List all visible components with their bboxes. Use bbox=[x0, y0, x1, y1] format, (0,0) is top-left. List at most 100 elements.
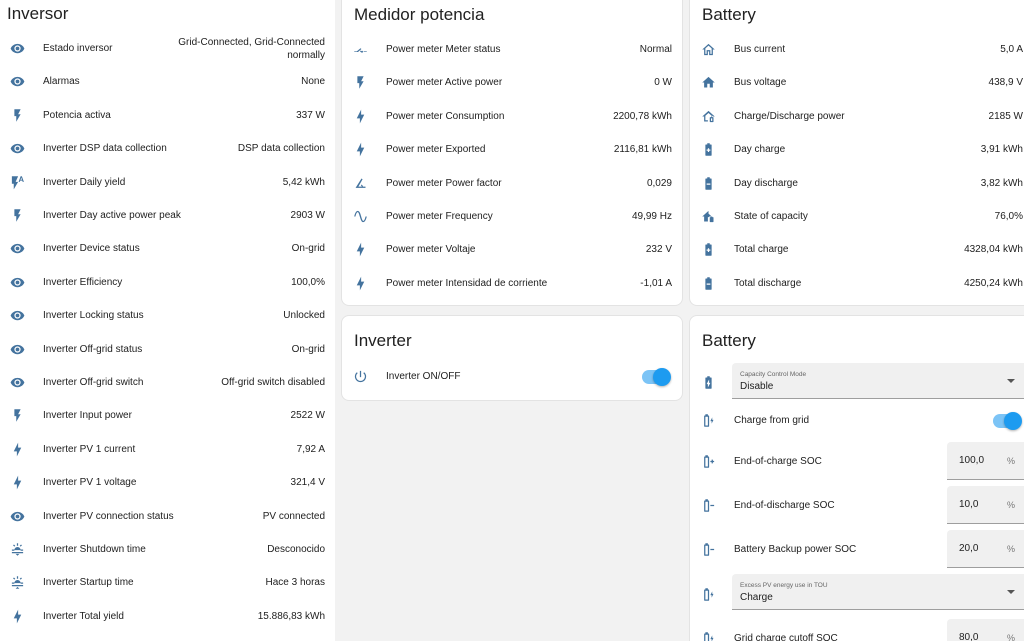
entity-row[interactable]: Inverter Startup time Hace 3 horas bbox=[0, 566, 335, 599]
chevron-down-icon bbox=[1007, 590, 1015, 594]
inverter-title: Inverter bbox=[354, 331, 412, 350]
end-of-discharge-value: 10,0 bbox=[959, 499, 979, 510]
entity-value: 15.886,83 kWh bbox=[257, 610, 325, 622]
entity-label: Charge/Discharge power bbox=[734, 110, 845, 122]
entity-row[interactable]: Power meter Meter status Normal bbox=[342, 33, 682, 66]
battery-charging-icon bbox=[700, 374, 716, 390]
weather-sunrise-icon bbox=[9, 575, 25, 591]
inverter-switch-label: Inverter ON/OFF bbox=[386, 371, 461, 382]
entity-label: Power meter Power factor bbox=[386, 177, 502, 189]
entity-value: 2116,81 kWh bbox=[613, 144, 672, 156]
entity-label: Alarmas bbox=[43, 76, 80, 88]
charge-from-grid-toggle[interactable] bbox=[993, 411, 1022, 430]
power-icon bbox=[352, 369, 368, 385]
entity-row[interactable]: Power meter Power factor 0,029 bbox=[342, 167, 682, 200]
entity-row[interactable]: Estado inversor Grid-Connected, Grid-Conn… bbox=[0, 32, 335, 65]
entity-row[interactable]: Day discharge 3,82 kWh bbox=[690, 167, 1024, 200]
capacity-control-mode-select[interactable]: Capacity Control Mode Disable bbox=[732, 363, 1024, 399]
entity-value: Grid-Connected, Grid-Connected normally bbox=[178, 36, 325, 61]
lightning-bolt-icon bbox=[352, 108, 368, 124]
home-outline-icon bbox=[700, 42, 716, 58]
entity-row[interactable]: Total charge 4328,04 kWh bbox=[690, 233, 1024, 266]
entity-row[interactable]: Inverter Input power 2522 W bbox=[0, 399, 335, 432]
entity-value: None bbox=[301, 76, 325, 88]
battery-charging-outline-icon bbox=[700, 586, 716, 602]
medidor-card: Medidor potencia Power meter Meter statu… bbox=[341, 0, 683, 306]
lightning-bolt-icon bbox=[352, 275, 368, 291]
entity-label: State of capacity bbox=[734, 211, 808, 222]
entity-row[interactable]: Inverter PV 1 current 7,92 A bbox=[0, 433, 335, 466]
entity-label: Inverter Input power bbox=[43, 410, 132, 422]
entity-row[interactable]: Inverter DSP data collection DSP data col… bbox=[0, 132, 335, 165]
excess-pv-label: Excess PV energy use in TOU bbox=[740, 582, 828, 589]
entity-row[interactable]: Power meter Voltaje 232 V bbox=[342, 233, 682, 266]
flash-icon bbox=[9, 408, 25, 424]
entity-value: 4328,04 kWh bbox=[964, 244, 1023, 256]
lightning-bolt-icon bbox=[352, 142, 368, 158]
end-of-charge-unit: % bbox=[1006, 455, 1015, 466]
entity-value: Hace 3 horas bbox=[265, 577, 325, 589]
entity-row[interactable]: Inverter Off-grid switch Off-grid switch … bbox=[0, 366, 335, 399]
entity-row[interactable]: Charge/Discharge power 2185 W bbox=[690, 100, 1024, 133]
entity-row[interactable]: Inverter PV 1 voltage 321,4 V bbox=[0, 466, 335, 499]
eye-icon bbox=[9, 141, 25, 157]
entity-row[interactable]: Inverter Locking status Unlocked bbox=[0, 299, 335, 332]
entity-row[interactable]: Total discharge 4250,24 kWh bbox=[690, 267, 1024, 300]
entity-row[interactable]: Potencia activa 337 W bbox=[0, 99, 335, 132]
inverter-on-off-toggle[interactable] bbox=[642, 367, 671, 386]
entity-row[interactable]: Inverter Device status On-grid bbox=[0, 232, 335, 265]
entity-label: Inverter Shutdown time bbox=[43, 544, 146, 555]
entity-label: Inverter PV 1 current bbox=[43, 443, 136, 455]
chevron-down-icon bbox=[1007, 379, 1015, 383]
toggle-knob bbox=[1004, 411, 1022, 430]
entity-row[interactable]: State of capacity 76,0% bbox=[690, 200, 1024, 233]
entity-row[interactable]: Power meter Frequency 49,99 Hz bbox=[342, 200, 682, 233]
grid-cutoff-row: Grid charge cutoff SOC 80,0 % bbox=[690, 617, 1024, 641]
battery-plus-icon bbox=[700, 453, 716, 469]
entity-label: Inverter PV connection status bbox=[43, 510, 174, 522]
entity-row[interactable]: Power meter Intensidad de corriente -1,01… bbox=[342, 267, 682, 300]
entity-value: 2200,78 kWh bbox=[613, 110, 672, 122]
entity-value: PV connected bbox=[262, 510, 325, 522]
entity-row[interactable]: Power meter Active power 0 W bbox=[342, 66, 682, 99]
entity-row[interactable]: Inverter PV connection status PV connecte… bbox=[0, 500, 335, 533]
entity-label: Power meter Frequency bbox=[386, 211, 493, 222]
eye-icon bbox=[9, 341, 25, 357]
entity-row[interactable]: Day charge 3,91 kWh bbox=[690, 133, 1024, 166]
entity-row[interactable]: Inverter Efficiency 100,0% bbox=[0, 266, 335, 299]
entity-row[interactable]: Inverter Shutdown time Desconocido bbox=[0, 533, 335, 566]
sine-wave-icon bbox=[352, 209, 368, 225]
entity-label: Power meter Voltaje bbox=[386, 244, 476, 256]
charge-from-grid-row[interactable]: Charge from grid bbox=[690, 404, 1024, 437]
grid-cutoff-input[interactable]: 80,0 % bbox=[947, 619, 1024, 641]
entity-row[interactable]: Power meter Consumption 2200,78 kWh bbox=[342, 100, 682, 133]
eye-icon bbox=[9, 74, 25, 90]
entity-label: Power meter Active power bbox=[386, 77, 503, 89]
lightning-bolt-icon bbox=[9, 475, 25, 491]
end-of-charge-row: End-of-charge SOC 100,0 % bbox=[690, 440, 1024, 482]
entity-row[interactable]: Bus voltage 438,9 V bbox=[690, 66, 1024, 99]
end-of-charge-input[interactable]: 100,0 % bbox=[947, 442, 1024, 480]
entity-label: Inverter Startup time bbox=[43, 577, 134, 589]
entity-row[interactable]: Inverter Off-grid status On-grid bbox=[0, 333, 335, 366]
entity-label: Total discharge bbox=[734, 277, 802, 289]
capacity-control-mode-value: Disable bbox=[740, 381, 774, 392]
eye-icon bbox=[9, 308, 25, 324]
grid-cutoff-unit: % bbox=[1006, 632, 1015, 641]
capacity-control-mode-label: Capacity Control Mode bbox=[740, 371, 807, 378]
end-of-discharge-input[interactable]: 10,0 % bbox=[947, 486, 1024, 524]
entity-label: Inverter Off-grid status bbox=[43, 343, 143, 355]
entity-row[interactable]: Inverter Total yield 15.886,83 kWh bbox=[0, 600, 335, 633]
entity-value: On-grid bbox=[291, 343, 325, 355]
inverter-switch-row[interactable]: Inverter ON/OFF bbox=[342, 360, 682, 393]
backup-soc-input[interactable]: 20,0 % bbox=[947, 530, 1024, 568]
entity-value: 100,0% bbox=[291, 276, 325, 288]
lightning-bolt-icon bbox=[9, 441, 25, 457]
entity-row[interactable]: Inverter Daily yield 5,42 kWh bbox=[0, 166, 335, 199]
entity-row[interactable]: Inverter Day active power peak 2903 W bbox=[0, 199, 335, 232]
entity-row[interactable]: Power meter Exported 2116,81 kWh bbox=[342, 133, 682, 166]
excess-pv-select[interactable]: Excess PV energy use in TOU Charge bbox=[732, 574, 1024, 610]
entity-row[interactable]: Bus current 5,0 A bbox=[690, 33, 1024, 66]
entity-label: Inverter Day active power peak bbox=[43, 210, 181, 221]
entity-row[interactable]: Alarmas None bbox=[0, 65, 335, 98]
